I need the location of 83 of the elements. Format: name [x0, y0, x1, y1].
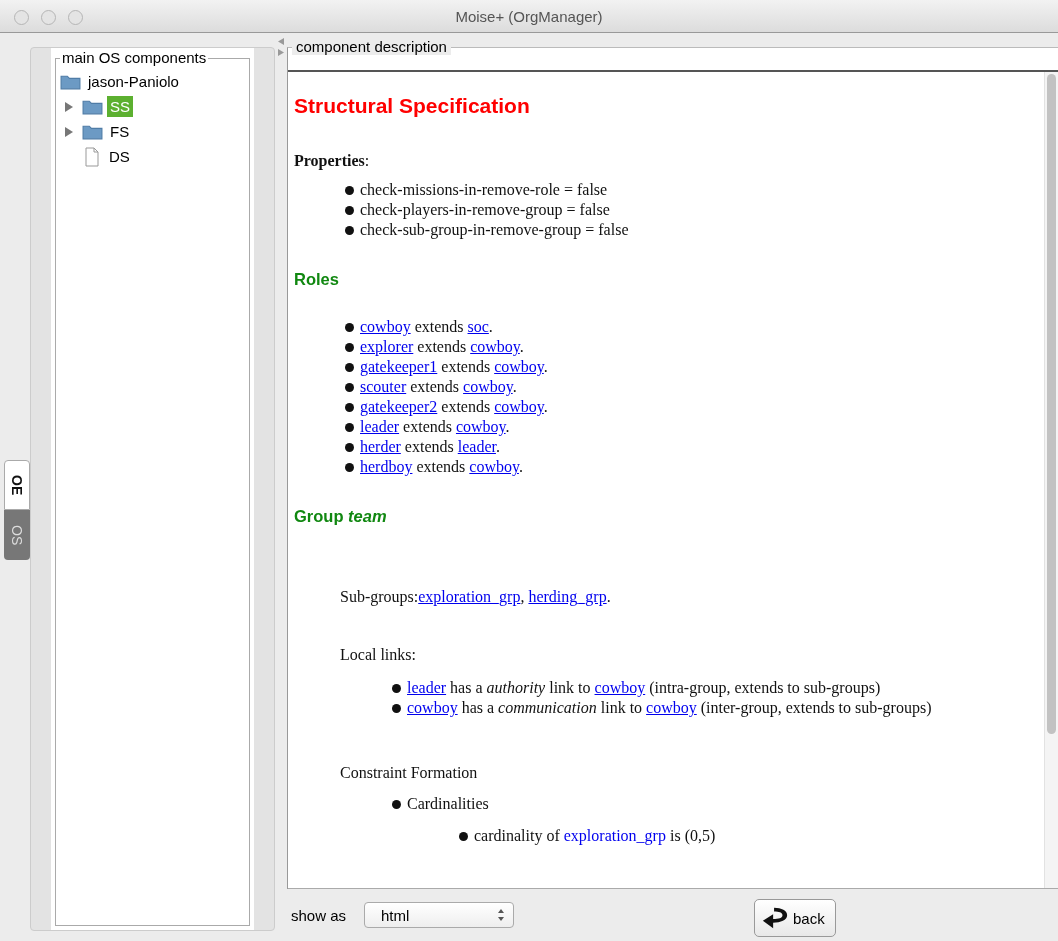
role-link[interactable]: gatekeeper2 — [360, 398, 438, 415]
link-item: leader has a authority link to cowboy (intra-group, extends to sub-groups) — [407, 678, 881, 698]
section-heading: Group team — [294, 507, 388, 526]
document-heading: Structural Specification — [294, 94, 531, 118]
back-arrow-icon — [761, 905, 790, 931]
role-link[interactable]: leader — [407, 679, 447, 696]
role-item: cowboy extends soc. — [360, 317, 493, 337]
folder-icon — [82, 123, 103, 140]
tree-item[interactable]: FS — [107, 121, 133, 142]
role-item: herder extends leader. — [360, 437, 500, 457]
role-link[interactable]: cowboy — [470, 338, 520, 355]
tree-item[interactable]: jason-Paniolo — [85, 71, 182, 92]
back-button[interactable]: back — [754, 899, 837, 937]
minimize-button[interactable] — [41, 10, 56, 25]
local-links-label: Local links: — [339, 646, 417, 664]
role-link[interactable]: cowboy — [646, 699, 697, 716]
bullet-icon — [345, 443, 354, 452]
close-button[interactable] — [14, 10, 29, 25]
zoom-button[interactable] — [68, 10, 83, 25]
bullet-icon — [345, 206, 354, 215]
stepper-arrows-icon — [497, 908, 506, 922]
bullet-icon — [345, 323, 354, 332]
subgroups-line: Sub-groups:exploration_grp, herding_grp. — [339, 588, 612, 606]
window-title: Moise+ (OrgManager) — [455, 7, 603, 25]
bullet-icon — [345, 423, 354, 432]
link-item: cowboy has a communication link to cowboy (inter-group, extends to sub-groups) — [407, 698, 932, 718]
role-item: gatekeeper2 extends cowboy. — [360, 397, 548, 417]
side-tab[interactable]: OE — [4, 460, 30, 510]
role-link[interactable]: cowboy — [494, 358, 544, 375]
bullet-icon — [345, 403, 354, 412]
role-link[interactable]: cowboy — [455, 418, 506, 435]
collapse-arrows-icon[interactable] — [277, 37, 285, 57]
role-link[interactable]: herdboy — [360, 458, 413, 475]
role-item: gatekeeper1 extends cowboy. — [360, 357, 548, 377]
show-as-label: show as — [291, 906, 347, 924]
role-link[interactable]: gatekeeper1 — [360, 358, 438, 375]
cardinality-item: cardinality of exploration_grp is (0,5) — [474, 826, 716, 846]
role-link[interactable]: cowboy — [407, 699, 458, 716]
role-link[interactable]: herder — [360, 438, 401, 455]
expand-arrow-icon[interactable] — [64, 125, 74, 138]
property-item: check-sub-group-in-remove-group = false — [360, 220, 629, 240]
bullet-icon — [345, 343, 354, 352]
role-item: explorer extends cowboy. — [360, 337, 524, 357]
property-item: check-missions-in-remove-role = false — [360, 180, 608, 200]
role-link[interactable]: scouter — [360, 378, 407, 395]
bullet-icon — [459, 832, 468, 841]
document-icon — [84, 146, 100, 167]
role-link[interactable]: cowboy — [463, 378, 513, 395]
format-select[interactable]: html — [364, 902, 515, 928]
role-item: herdboy extends cowboy. — [360, 457, 523, 477]
role-link[interactable]: cowboy — [469, 458, 519, 475]
scrollbar[interactable] — [1044, 72, 1058, 888]
role-item: scouter extends cowboy. — [360, 377, 517, 397]
bullet-icon — [345, 186, 354, 195]
bullet-icon — [345, 226, 354, 235]
properties-label: Properties: — [294, 152, 371, 170]
bullet-icon — [345, 383, 354, 392]
tree-title: main OS components — [60, 49, 209, 66]
description-title: component description — [292, 38, 451, 55]
group-link[interactable]: exploration_grp — [563, 827, 666, 844]
folder-icon — [60, 73, 81, 90]
group-link[interactable]: herding_grp — [528, 588, 607, 605]
role-link[interactable]: cowboy — [594, 679, 646, 696]
role-link[interactable]: leader — [360, 418, 400, 435]
bullet-icon — [392, 704, 401, 713]
role-link[interactable]: cowboy — [360, 318, 411, 335]
bullet-icon — [345, 363, 354, 372]
tree-item[interactable]: DS — [106, 146, 133, 167]
role-item: leader extends cowboy. — [360, 417, 510, 437]
folder-icon — [82, 98, 103, 115]
role-link[interactable]: soc — [467, 318, 489, 335]
bullet-icon — [392, 684, 401, 693]
expand-arrow-icon[interactable] — [64, 100, 74, 113]
cardinalities-item: Cardinalities — [407, 794, 489, 814]
bullet-icon — [345, 463, 354, 472]
role-link[interactable]: explorer — [360, 338, 414, 355]
bullet-icon — [392, 800, 401, 809]
property-item: check-players-in-remove-group = false — [360, 200, 610, 220]
role-link[interactable]: cowboy — [494, 398, 544, 415]
group-link[interactable]: exploration_grp — [418, 588, 521, 605]
constraint-label: Constraint Formation — [339, 764, 479, 782]
role-link[interactable]: leader — [457, 438, 496, 455]
section-heading: Roles — [294, 270, 340, 289]
